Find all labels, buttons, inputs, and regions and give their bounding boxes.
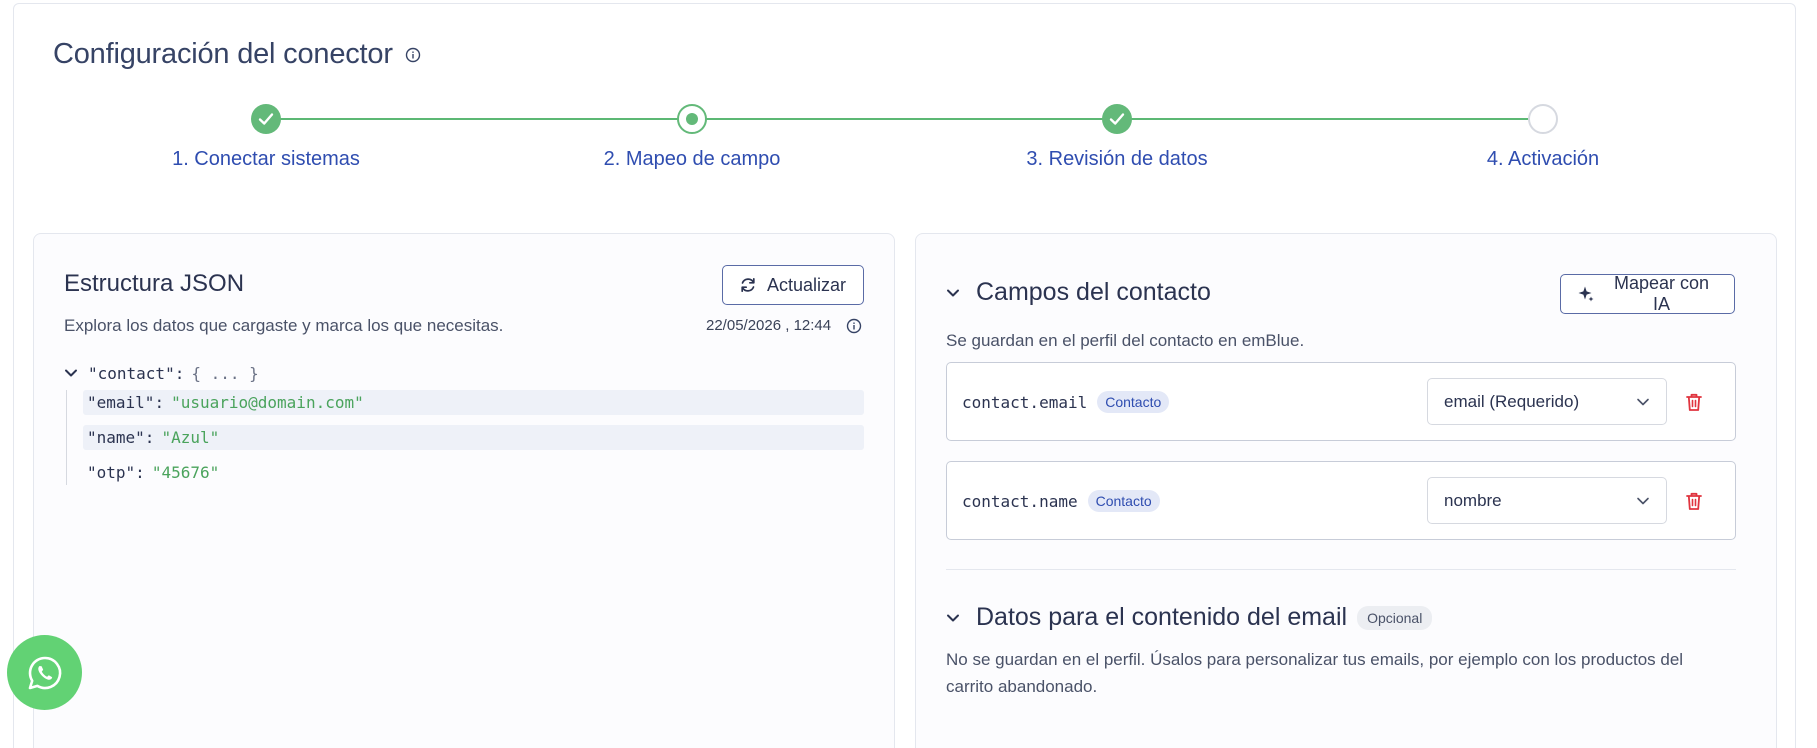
contact-badge: Contacto — [1097, 391, 1170, 413]
last-updated-timestamp: 22/05/2026 , 12:44 — [706, 317, 832, 334]
whatsapp-button[interactable] — [7, 635, 82, 710]
sparkle-icon — [1577, 285, 1595, 303]
contact-fields-header[interactable]: Campos del contacto — [946, 278, 1211, 307]
target-field-select[interactable]: nombre — [1427, 477, 1667, 524]
json-value: "usuario@domain.com" — [171, 393, 364, 412]
json-value: "Azul" — [161, 428, 220, 447]
map-with-ai-button[interactable]: Mapear con IA — [1560, 273, 1735, 314]
field-mapping-row-email: contact.email Contacto email (Requerido) — [946, 362, 1736, 441]
source-field: contact.name Contacto — [962, 490, 1160, 512]
json-colon: : — [144, 428, 155, 447]
json-collapsed-object: { ... } — [191, 363, 259, 383]
json-tree-node-contact[interactable]: "contact" : { ... } — [64, 360, 864, 386]
refresh-icon — [739, 276, 757, 294]
source-field-key: contact.name — [962, 491, 1078, 511]
chevron-down-icon[interactable] — [946, 611, 960, 625]
chevron-down-icon — [1637, 497, 1649, 504]
map-with-ai-label: Mapear con IA — [1613, 273, 1710, 314]
step-4-label[interactable]: 4. Activación — [1487, 148, 1599, 171]
json-colon: : — [154, 393, 165, 412]
step-3-check-icon[interactable] — [1102, 104, 1132, 134]
json-key: "otp" — [87, 463, 136, 482]
json-value: "45676" — [151, 463, 220, 482]
json-tree-row-email[interactable]: "email" : "usuario@domain.com" — [83, 390, 864, 415]
refresh-button[interactable]: Actualizar — [722, 265, 864, 305]
chevron-down-icon — [1637, 398, 1649, 405]
section-divider — [946, 569, 1736, 570]
json-panel-title: Estructura JSON — [64, 270, 245, 297]
page-title-text: Configuración del conector — [53, 38, 393, 70]
contact-badge: Contacto — [1087, 490, 1160, 512]
json-key: "contact" — [88, 363, 175, 383]
json-tree-row-name[interactable]: "name" : "Azul" — [83, 425, 864, 450]
json-key: "email" — [87, 393, 155, 412]
email-content-header[interactable]: Datos para el contenido del email Opcion… — [946, 603, 1433, 632]
mapping-panel: Campos del contacto Mapear con IA Se gua… — [915, 233, 1777, 748]
json-colon: : — [174, 363, 185, 383]
trash-icon[interactable] — [1685, 491, 1703, 511]
page-title: Configuración del conector — [53, 38, 421, 71]
json-tree-row-otp[interactable]: "otp" : "45676" — [83, 460, 864, 485]
target-field-value: nombre — [1444, 490, 1502, 510]
trash-icon[interactable] — [1685, 392, 1703, 412]
target-field-value: email (Requerido) — [1444, 391, 1580, 411]
step-3-label[interactable]: 3. Revisión de datos — [1026, 148, 1207, 171]
email-content-title: Datos para el contenido del email — [976, 603, 1348, 631]
json-colon: : — [135, 463, 145, 482]
target-field-select[interactable]: email (Requerido) — [1427, 378, 1667, 425]
contact-fields-title: Campos del contacto — [976, 278, 1211, 306]
step-4-pending-icon[interactable] — [1528, 104, 1558, 134]
step-connector-line — [280, 118, 1540, 120]
refresh-button-label: Actualizar — [767, 274, 847, 295]
json-key: "name" — [87, 428, 145, 447]
contact-fields-description: Se guardan en el perfil del contacto en … — [946, 331, 1305, 350]
step-1-label[interactable]: 1. Conectar sistemas — [172, 148, 360, 171]
chevron-down-icon[interactable] — [64, 366, 78, 380]
email-content-description: No se guardan en el perfil. Úsalos para … — [946, 650, 1684, 696]
field-mapping-row-name: contact.name Contacto nombre — [946, 461, 1736, 540]
json-panel-subtitle: Explora los datos que cargaste y marca l… — [64, 316, 504, 335]
timestamp-info-icon[interactable] — [846, 318, 862, 334]
json-tree: "contact" : { ... } "email" : "usuario@d… — [64, 360, 864, 495]
step-2-label[interactable]: 2. Mapeo de campo — [604, 148, 781, 171]
optional-badge: Opcional — [1357, 605, 1433, 630]
step-2-current-icon[interactable] — [677, 104, 707, 134]
chevron-down-icon[interactable] — [946, 286, 960, 300]
json-tree-children: "email" : "usuario@domain.com" "name" : … — [66, 390, 864, 485]
info-icon[interactable] — [405, 47, 421, 63]
step-1-check-icon[interactable] — [251, 104, 281, 134]
source-field: contact.email Contacto — [962, 391, 1170, 413]
whatsapp-icon — [28, 656, 61, 689]
json-structure-panel: Estructura JSON Actualizar Explora los d… — [33, 233, 895, 748]
source-field-key: contact.email — [962, 392, 1088, 412]
